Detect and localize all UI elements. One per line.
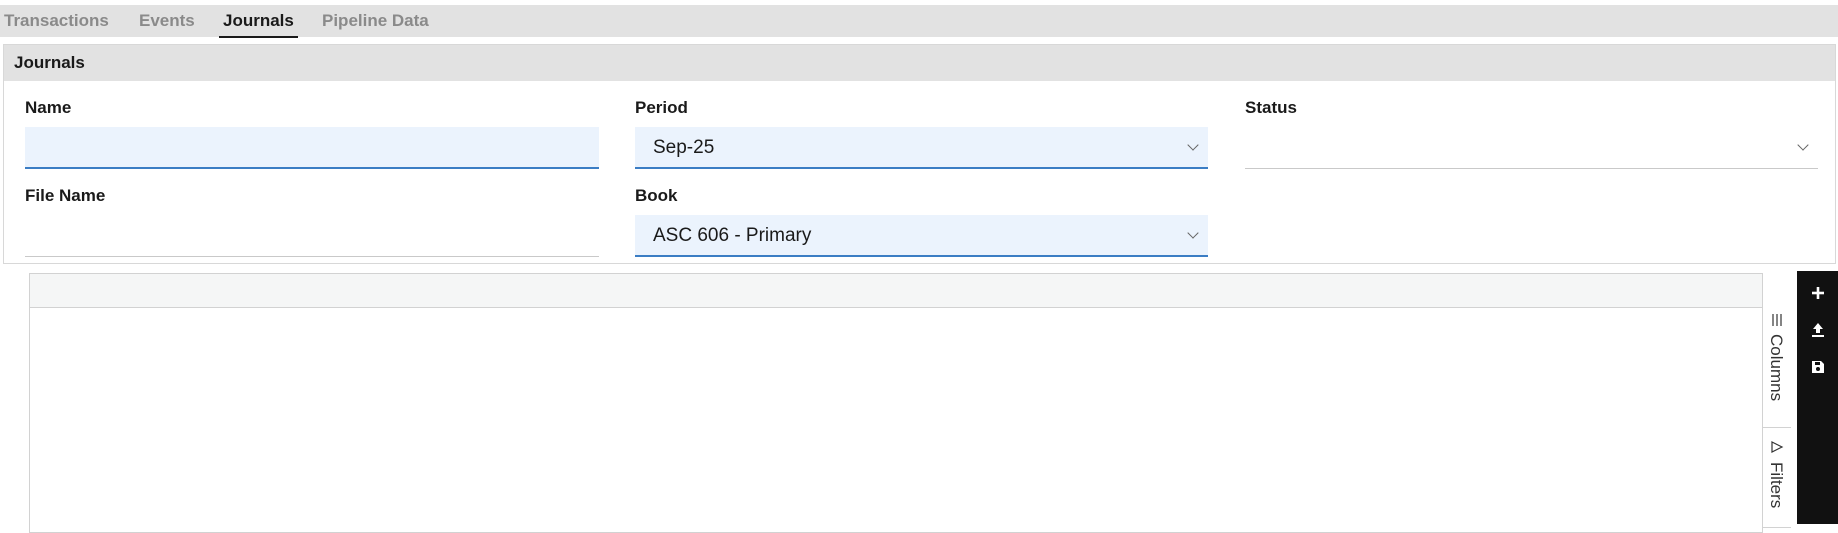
file-name-label: File Name (25, 186, 106, 205)
name-label: Name (25, 98, 72, 117)
chevron-down-icon (1188, 127, 1198, 169)
filters-tab[interactable]: Filters (1763, 428, 1791, 528)
tab-transactions[interactable]: Transactions (4, 11, 109, 31)
book-value: ASC 606 - Primary (653, 225, 812, 246)
add-button[interactable] (1797, 279, 1838, 311)
period-select[interactable]: Sep-25 (635, 127, 1208, 169)
chevron-down-icon (1188, 215, 1198, 257)
columns-icon (1772, 314, 1782, 326)
grid-side-bar: Columns Filters (1762, 273, 1791, 533)
name-input[interactable] (25, 127, 599, 169)
tab-events[interactable]: Events (139, 11, 195, 31)
save-button[interactable] (1797, 353, 1838, 385)
book-select[interactable]: ASC 606 - Primary (635, 215, 1208, 257)
period-label: Period (635, 98, 688, 117)
tab-journals[interactable]: Journals (219, 11, 298, 38)
book-label: Book (635, 186, 678, 205)
filter-icon (1771, 441, 1784, 453)
data-grid (29, 273, 1764, 533)
columns-tab-label: Columns (1767, 334, 1786, 402)
chevron-down-icon (1798, 127, 1808, 169)
filters-tab-label: Filters (1767, 462, 1786, 509)
tab-bar: Transactions Events Journals Pipeline Da… (0, 5, 1838, 38)
file-name-input[interactable] (25, 215, 599, 257)
period-value: Sep-25 (653, 137, 715, 158)
status-select[interactable] (1245, 127, 1818, 169)
upload-button[interactable] (1797, 316, 1838, 348)
panel-title: Journals (4, 45, 1835, 81)
action-toolbar (1797, 271, 1838, 524)
grid-header-row (30, 274, 1763, 308)
columns-tab[interactable]: Columns (1763, 306, 1791, 428)
status-label: Status (1245, 98, 1297, 117)
tab-pipeline-data[interactable]: Pipeline Data (322, 11, 429, 31)
save-icon (1811, 361, 1824, 373)
upload-icon (1811, 323, 1824, 337)
plus-icon (1811, 287, 1824, 299)
journals-panel: Journals Name Period Sep-25 Status File … (3, 44, 1836, 264)
